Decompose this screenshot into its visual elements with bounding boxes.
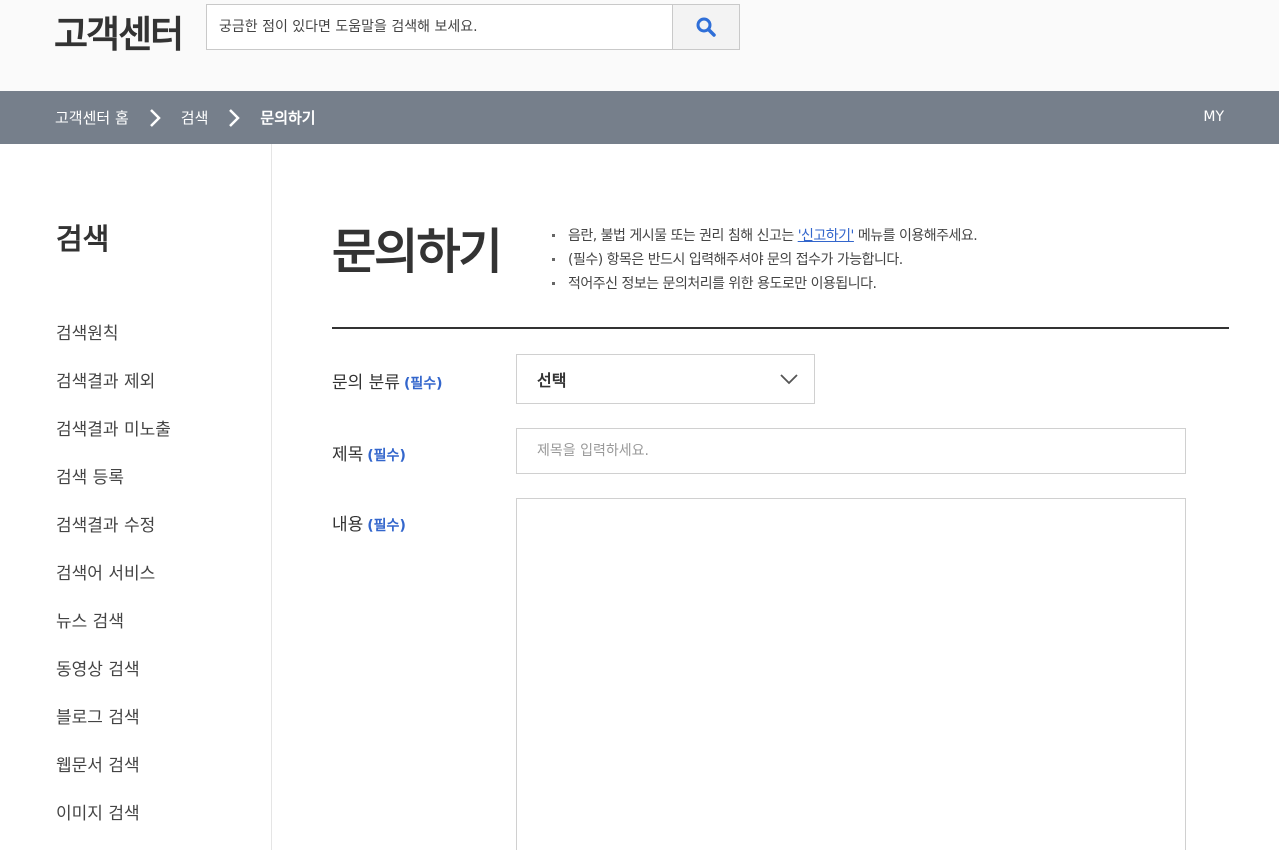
sidebar-item[interactable]: 검색 등록 [56,464,171,512]
required-mark: (필수) [403,376,443,392]
notice-text: 음란, 불법 게시물 또는 권리 침해 신고는 [568,228,798,244]
search-icon [696,17,716,37]
top-header: 고객센터 [0,0,1279,91]
required-mark: (필수) [367,448,406,464]
sidebar-item[interactable]: 검색결과 미노출 [56,416,171,464]
search-button[interactable] [672,5,739,49]
breadcrumb: 고객센터 홈 검색 문의하기 [55,91,316,144]
category-label: 문의 분류 (필수) [332,373,443,393]
sidebar-title: 검색 [56,222,110,256]
chevron-right-icon [149,108,161,128]
my-link[interactable]: MY [1203,91,1224,144]
search-input[interactable] [207,5,672,49]
content-label: 내용 (필수) [332,515,406,535]
breadcrumb-current: 문의하기 [260,109,316,127]
content-textarea[interactable] [516,498,1186,850]
notice-item: (필수) 항목은 반드시 입력해주셔야 문의 접수가 가능합니다. [552,248,977,272]
notice-list: 음란, 불법 게시물 또는 권리 침해 신고는 '신고하기' 메뉴를 이용해주세… [552,224,978,296]
sidebar-item[interactable]: 동영상 검색 [56,656,171,704]
sidebar-item[interactable]: 뉴스 검색 [56,608,171,656]
divider [332,327,1229,329]
breadcrumb-bar: 고객센터 홈 검색 문의하기 MY [0,91,1279,144]
sidebar-item[interactable]: 검색원칙 [56,320,171,368]
required-mark: (필수) [367,518,406,534]
sidebar-item[interactable]: 이미지 검색 [56,800,171,848]
notice-item: 음란, 불법 게시물 또는 권리 침해 신고는 '신고하기' 메뉴를 이용해주세… [552,224,978,248]
breadcrumb-search[interactable]: 검색 [181,107,209,128]
category-select[interactable]: 선택 [516,354,815,404]
sidebar: 검색 검색원칙 검색결과 제외 검색결과 미노출 검색 등록 검색결과 수정 검… [0,144,272,850]
chevron-down-icon [780,374,798,385]
sidebar-item[interactable]: 검색결과 수정 [56,512,171,560]
category-value: 선택 [537,371,567,390]
search-box [206,4,740,50]
notice-item: 적어주신 정보는 문의처리를 위한 용도로만 이용됩니다. [552,272,977,296]
sidebar-item[interactable]: 웹문서 검색 [56,752,171,800]
page-title: 문의하기 [332,224,503,280]
sidebar-item[interactable]: 블로그 검색 [56,704,171,752]
chevron-right-icon [228,108,241,128]
subject-label: 제목 (필수) [332,445,406,465]
subject-input[interactable] [516,428,1186,474]
sidebar-item[interactable]: 검색결과 제외 [56,368,171,416]
sidebar-menu: 검색원칙 검색결과 제외 검색결과 미노출 검색 등록 검색결과 수정 검색어 … [56,320,171,848]
logo[interactable]: 고객센터 [54,4,184,58]
breadcrumb-home[interactable]: 고객센터 홈 [55,107,129,128]
report-link[interactable]: '신고하기' [798,228,855,244]
notice-text: 메뉴를 이용해주세요. [853,228,978,244]
sidebar-item[interactable]: 검색어 서비스 [56,560,171,608]
